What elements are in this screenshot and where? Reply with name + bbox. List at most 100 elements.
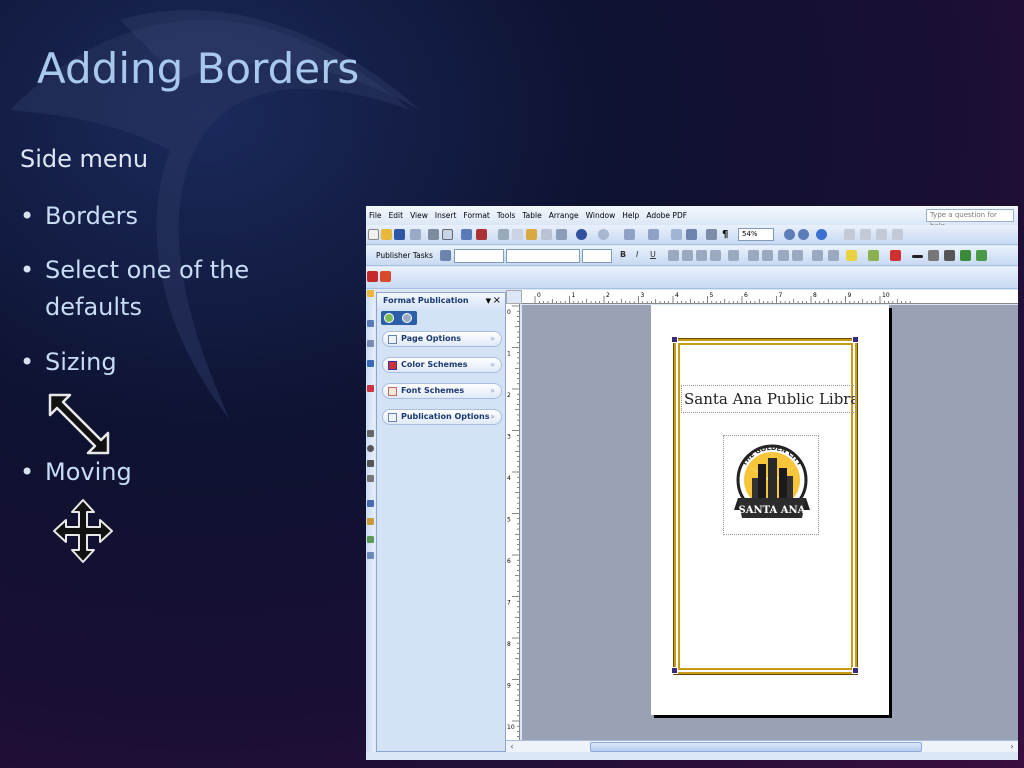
pane-dropdown-icon[interactable]: ▼ — [486, 293, 491, 309]
bullets-icon[interactable] — [762, 250, 773, 261]
resize-handle-top-left[interactable] — [671, 336, 678, 343]
line-color-icon[interactable] — [868, 250, 879, 261]
format-painter-icon[interactable] — [541, 229, 552, 240]
help-icon[interactable] — [816, 229, 827, 240]
zoom-select[interactable]: 54% — [738, 228, 774, 241]
table-tool-icon[interactable] — [367, 340, 374, 347]
arrow-style-icon[interactable] — [944, 250, 955, 261]
bold-button[interactable]: B — [620, 250, 626, 259]
align-center-icon[interactable] — [682, 250, 693, 261]
spelling-icon[interactable] — [461, 229, 472, 240]
scroll-thumb[interactable] — [590, 742, 922, 752]
grow-font-icon[interactable] — [812, 250, 823, 261]
menu-format[interactable]: Format — [463, 211, 489, 220]
resize-handle-top-right[interactable] — [852, 336, 859, 343]
zoom-out-icon[interactable] — [784, 229, 795, 240]
undo-icon[interactable] — [576, 229, 587, 240]
forward-icon[interactable] — [402, 313, 412, 323]
more-tools-icon[interactable] — [367, 552, 374, 559]
autoshapes-tool-icon[interactable] — [367, 475, 374, 482]
cut-icon[interactable] — [498, 229, 509, 240]
numbering-icon[interactable] — [748, 250, 759, 261]
open-icon[interactable] — [381, 229, 392, 240]
scroll-left-icon[interactable]: ‹ — [506, 741, 518, 752]
group-icon[interactable] — [876, 229, 887, 240]
document-workspace[interactable]: Santa Ana Public Library SANTA ANA THE G… — [522, 305, 1018, 740]
font-color-icon[interactable] — [890, 250, 901, 261]
align-right-icon[interactable] — [696, 250, 707, 261]
hot-spot-tool-icon[interactable] — [367, 500, 374, 507]
redo-icon[interactable] — [598, 229, 609, 240]
columns-icon[interactable] — [706, 229, 717, 240]
font-select[interactable] — [506, 249, 580, 263]
menu-insert[interactable]: Insert — [435, 211, 457, 220]
design-gallery-tool-icon[interactable] — [367, 518, 374, 525]
horizontal-scrollbar[interactable]: ‹ › — [506, 740, 1018, 752]
print-preview-icon[interactable] — [442, 229, 453, 240]
form-control-tool-icon[interactable] — [367, 536, 374, 543]
horizontal-ruler[interactable]: 0 1 2 3 4 5 6 7 8 9 10 — [522, 290, 1018, 304]
preview-icon[interactable] — [686, 229, 697, 240]
line-tool-icon[interactable] — [367, 430, 374, 437]
picture-tool-icon[interactable] — [367, 385, 374, 392]
line-spacing-icon[interactable] — [728, 250, 739, 261]
clear-icon[interactable] — [556, 229, 567, 240]
zoom-in-icon[interactable] — [798, 229, 809, 240]
3d-style-icon[interactable] — [976, 250, 987, 261]
menu-tools[interactable]: Tools — [497, 211, 515, 220]
research-icon[interactable] — [476, 229, 487, 240]
oval-tool-icon[interactable] — [367, 445, 374, 452]
font-size-select[interactable] — [582, 249, 612, 263]
fill-color-icon[interactable] — [846, 250, 857, 261]
color-schemes-item[interactable]: Color Schemes » — [382, 357, 502, 373]
wordart-tool-icon[interactable] — [367, 360, 374, 367]
styles-icon[interactable] — [440, 250, 451, 261]
select-tool-icon[interactable] — [367, 290, 374, 297]
vertical-ruler[interactable]: 0 1 2 3 4 5 6 7 8 9 10 — [506, 304, 520, 740]
paste-icon[interactable] — [526, 229, 537, 240]
menu-adobe-pdf[interactable]: Adobe PDF — [646, 211, 687, 220]
menu-arrange[interactable]: Arrange — [549, 211, 579, 220]
scroll-right-icon[interactable]: › — [1006, 741, 1018, 752]
help-search-input[interactable]: Type a question for help — [926, 209, 1014, 230]
page-options-item[interactable]: Page Options » — [382, 331, 502, 347]
adobe-pdf-icon[interactable] — [367, 271, 378, 282]
rotate-icon[interactable] — [648, 229, 659, 240]
shadow-icon[interactable] — [960, 250, 971, 261]
permission-icon[interactable] — [410, 229, 421, 240]
resize-handle-bottom-left[interactable] — [671, 667, 678, 674]
save-icon[interactable] — [394, 229, 405, 240]
style-select[interactable] — [454, 249, 504, 263]
shrink-font-icon[interactable] — [828, 250, 839, 261]
align-left-icon[interactable] — [668, 250, 679, 261]
unlink-icon[interactable] — [860, 229, 871, 240]
text-box-tool-icon[interactable] — [367, 320, 374, 327]
zoom-tool-icon[interactable] — [671, 229, 682, 240]
link-icon[interactable] — [844, 229, 855, 240]
dash-style-icon[interactable] — [928, 250, 939, 261]
adobe-pdf-email-icon[interactable] — [380, 271, 391, 282]
menu-edit[interactable]: Edit — [389, 211, 404, 220]
underline-button[interactable]: U — [650, 250, 656, 259]
menu-table[interactable]: Table — [522, 211, 541, 220]
font-schemes-item[interactable]: Font Schemes » — [382, 383, 502, 399]
back-icon[interactable] — [384, 313, 394, 323]
publication-page[interactable]: Santa Ana Public Library SANTA ANA THE G… — [651, 305, 889, 715]
new-icon[interactable] — [368, 229, 379, 240]
pilcrow-icon[interactable]: ¶ — [722, 229, 733, 240]
line-style-icon[interactable] — [912, 255, 923, 258]
ungroup-icon[interactable] — [892, 229, 903, 240]
rectangle-tool-icon[interactable] — [367, 460, 374, 467]
justify-icon[interactable] — [710, 250, 721, 261]
menu-view[interactable]: View — [410, 211, 428, 220]
santa-ana-logo[interactable]: SANTA ANA THE GOLDEN CITY — [723, 435, 819, 535]
italic-button[interactable]: I — [636, 250, 638, 259]
copy-icon[interactable] — [512, 229, 523, 240]
menu-help[interactable]: Help — [622, 211, 639, 220]
print-icon[interactable] — [428, 229, 439, 240]
publication-options-item[interactable]: Publication Options » — [382, 409, 502, 425]
ruler-corner[interactable] — [506, 290, 522, 304]
pane-close-icon[interactable]: × — [493, 293, 501, 309]
menu-file[interactable]: File — [369, 211, 382, 220]
decrease-indent-icon[interactable] — [778, 250, 789, 261]
